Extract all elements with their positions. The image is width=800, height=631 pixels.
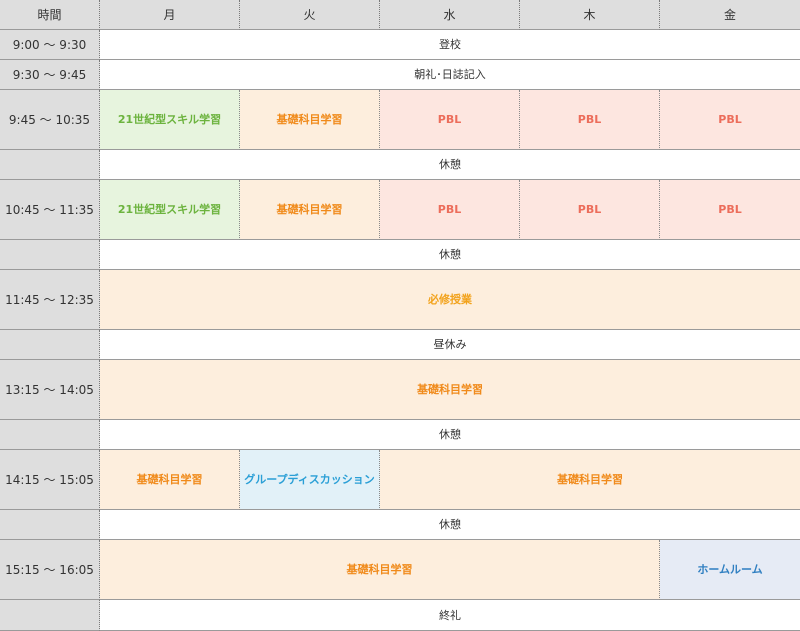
time-slot: 11:45 ～ 12:35 xyxy=(0,270,100,330)
class-cell: PBL xyxy=(520,90,660,150)
class-cell: 21世紀型スキル学習 xyxy=(100,90,240,150)
time-slot: 9:00 ～ 9:30 xyxy=(0,30,100,60)
break-cell: 登校 xyxy=(100,30,800,60)
break-cell: 終礼 xyxy=(100,600,800,631)
class-cell: 基礎科目学習 xyxy=(100,540,660,600)
header-day: 月 xyxy=(100,0,240,30)
class-cell: グループディスカッション xyxy=(240,450,380,510)
time-slot: 10:45 ～ 11:35 xyxy=(0,180,100,240)
class-cell: 基礎科目学習 xyxy=(380,450,800,510)
header-day: 金 xyxy=(660,0,800,30)
timetable: 時間月火水木金 9:00 ～ 9:30 登校 9:30 ～ 9:45 朝礼･日誌記入 9:… xyxy=(0,0,800,631)
class-cell: ホームルーム xyxy=(660,540,800,600)
time-slot xyxy=(0,150,100,180)
time-slot: 14:15 ～ 15:05 xyxy=(0,450,100,510)
class-cell: 基礎科目学習 xyxy=(240,180,380,240)
break-cell: 休憩 xyxy=(100,510,800,540)
class-cell: PBL xyxy=(380,90,520,150)
class-cell: 基礎科目学習 xyxy=(100,450,240,510)
class-cell: PBL xyxy=(520,180,660,240)
break-cell: 休憩 xyxy=(100,420,800,450)
class-cell: 必修授業 xyxy=(100,270,800,330)
header-day: 木 xyxy=(520,0,660,30)
break-cell: 昼休み xyxy=(100,330,800,360)
time-slot: 15:15 ～ 16:05 xyxy=(0,540,100,600)
class-cell: PBL xyxy=(660,180,800,240)
header-day: 水 xyxy=(380,0,520,30)
break-cell: 休憩 xyxy=(100,150,800,180)
class-cell: 基礎科目学習 xyxy=(240,90,380,150)
time-slot xyxy=(0,240,100,270)
header-day: 火 xyxy=(240,0,380,30)
break-cell: 休憩 xyxy=(100,240,800,270)
time-slot: 9:45 ～ 10:35 xyxy=(0,90,100,150)
class-cell: PBL xyxy=(380,180,520,240)
time-slot: 13:15 ～ 14:05 xyxy=(0,360,100,420)
time-slot xyxy=(0,600,100,631)
time-slot xyxy=(0,510,100,540)
time-slot xyxy=(0,420,100,450)
class-cell: 21世紀型スキル学習 xyxy=(100,180,240,240)
break-cell: 朝礼･日誌記入 xyxy=(100,60,800,90)
class-cell: 基礎科目学習 xyxy=(100,360,800,420)
time-slot xyxy=(0,330,100,360)
time-slot: 9:30 ～ 9:45 xyxy=(0,60,100,90)
header-time: 時間 xyxy=(0,0,100,30)
class-cell: PBL xyxy=(660,90,800,150)
